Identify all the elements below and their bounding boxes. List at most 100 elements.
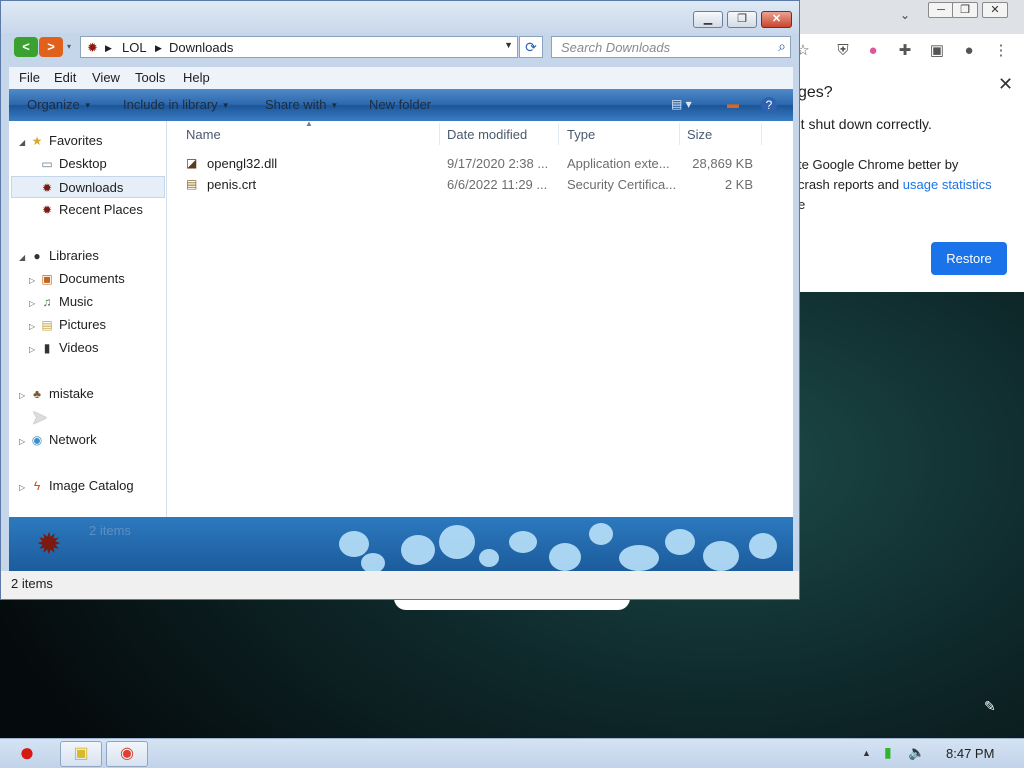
nav-desktop[interactable]: ▭ Desktop [39, 153, 107, 175]
nav-documents[interactable]: ▣ Documents [39, 268, 125, 290]
tab-search-chevron-icon[interactable]: ⌄ [900, 8, 910, 22]
collapse-arrow-icon[interactable]: ◢ [19, 253, 25, 262]
sidebar-icon[interactable]: ▣ [928, 42, 946, 60]
expand-arrow-icon[interactable]: ▷ [29, 322, 35, 331]
nav-music[interactable]: ♫ Music [39, 291, 93, 313]
usage-statistics-link[interactable]: usage statistics [903, 177, 992, 192]
expand-arrow-icon[interactable]: ▷ [29, 299, 35, 308]
column-size[interactable]: Size [687, 127, 712, 142]
chrome-maximize-button[interactable]: ❐ [952, 2, 978, 18]
decor-bubble [401, 535, 435, 565]
table-row[interactable]: ▤ penis.crt 6/6/2022 11:29 ... Security … [167, 175, 793, 196]
start-button[interactable]: ● [4, 735, 50, 768]
nav-recent-places[interactable]: ✹ Recent Places [39, 199, 143, 221]
nav-image-catalog[interactable]: ϟ Image Catalog [29, 475, 134, 497]
include-in-library-button[interactable]: Include in library ▼ [123, 97, 230, 112]
address-dropdown-icon[interactable]: ▼ [504, 40, 513, 50]
volume-icon[interactable]: 🔈 [908, 744, 925, 761]
nav-label: Favorites [49, 133, 103, 148]
restore-pages-panel: ✕ ges? 't shut down correctly. te Google… [790, 68, 1024, 292]
expand-arrow-icon[interactable]: ▷ [29, 276, 35, 285]
change-view-icon[interactable]: ▤ ▾ [671, 97, 692, 111]
extension-badge-icon[interactable]: ● [864, 42, 882, 60]
column-divider[interactable] [761, 123, 762, 145]
expand-arrow-icon[interactable]: ▷ [19, 483, 25, 492]
decor-bubble [479, 549, 499, 567]
show-hidden-icons-icon[interactable]: ▲ [862, 748, 871, 758]
breadcrumb-downloads[interactable]: Downloads [169, 40, 233, 55]
forward-button[interactable]: > [39, 37, 63, 57]
menu-file[interactable]: File [19, 70, 40, 85]
menu-icon[interactable]: ⋮ [992, 42, 1010, 60]
nav-label: Pictures [59, 317, 106, 332]
organize-button[interactable]: Organize ▼ [27, 97, 92, 112]
extension-icon[interactable]: ✚ [896, 42, 914, 60]
close-icon[interactable]: ✕ [998, 74, 1013, 95]
nav-label: Documents [59, 271, 125, 286]
recent-pages-chevron-icon[interactable]: ▾ [67, 42, 71, 51]
column-divider[interactable] [558, 123, 559, 145]
libraries-icon: ● [33, 249, 41, 263]
nav-network[interactable]: ◉ Network [29, 429, 97, 451]
shield-icon[interactable]: ⛨ [834, 42, 852, 60]
profile-icon[interactable]: ● [960, 42, 978, 60]
clock[interactable]: 8:47 PM [946, 746, 994, 761]
battery-icon[interactable]: ▮ [884, 744, 892, 761]
back-button[interactable]: < [14, 37, 38, 57]
preview-pane-icon[interactable]: ▬ [727, 97, 739, 111]
column-type[interactable]: Type [567, 127, 595, 142]
expand-arrow-icon[interactable]: ▷ [29, 345, 35, 354]
nav-label: mistake [49, 386, 94, 401]
file-type: Application exte... [567, 156, 670, 171]
nav-favorites[interactable]: ★ Favorites [29, 130, 103, 152]
panel-text: crash reports and [798, 177, 903, 192]
breadcrumb-lol[interactable]: LOL [122, 40, 147, 55]
nav-libraries[interactable]: ● Libraries [29, 245, 98, 267]
explorer-titlebar: ▁ ❐ ✕ [1, 1, 799, 33]
restore-button[interactable]: Restore [931, 242, 1007, 275]
nav-label: Desktop [59, 156, 107, 171]
breadcrumb-separator-icon[interactable]: ▶ [155, 43, 162, 54]
refresh-button[interactable]: ⟳ [519, 36, 543, 58]
close-button[interactable]: ✕ [761, 11, 792, 28]
collapse-arrow-icon[interactable]: ◢ [19, 138, 25, 147]
address-bar[interactable]: ✹ ▶ LOL ▶ Downloads ▼ [80, 36, 518, 58]
column-divider[interactable] [679, 123, 680, 145]
decor-bubble [339, 531, 369, 557]
nav-videos[interactable]: ▮ Videos [39, 337, 99, 359]
expand-arrow-icon[interactable]: ▷ [19, 437, 25, 446]
chrome-minimize-button[interactable]: ─ [928, 2, 954, 18]
taskbar-explorer-button[interactable]: ▣ [60, 741, 102, 767]
folder-icon: ✹ [87, 40, 98, 55]
help-icon[interactable]: ? [761, 97, 777, 113]
menu-edit[interactable]: Edit [54, 70, 76, 85]
nav-downloads[interactable]: ✹ Downloads [11, 176, 165, 198]
expand-arrow-icon[interactable]: ▷ [19, 391, 25, 400]
share-with-button[interactable]: Share with ▼ [265, 97, 338, 112]
column-date-modified[interactable]: Date modified [447, 127, 527, 142]
nav-mistake[interactable]: ♣ mistake [29, 383, 94, 405]
mouse-cursor-icon: ➤ [31, 407, 48, 429]
menu-help[interactable]: Help [183, 70, 210, 85]
file-date: 6/6/2022 11:29 ... [447, 177, 548, 192]
minimize-button[interactable]: ▁ [693, 11, 723, 28]
folder-large-icon: ✹ [36, 528, 62, 561]
pencil-icon[interactable]: ✎ [984, 698, 996, 715]
breadcrumb-separator-icon[interactable]: ▶ [105, 43, 112, 54]
search-input[interactable]: Search Downloads ⌕ [551, 36, 791, 58]
chrome-close-button[interactable]: ✕ [982, 2, 1008, 18]
column-name[interactable]: Name [186, 127, 221, 142]
taskbar-chrome-button[interactable]: ◉ [106, 741, 148, 767]
star-icon: ★ [31, 134, 43, 148]
status-item-count: 2 items [11, 576, 53, 591]
menu-view[interactable]: View [92, 70, 120, 85]
share-with-label: Share with [265, 97, 327, 112]
column-divider[interactable] [439, 123, 440, 145]
nav-pictures[interactable]: ▤ Pictures [39, 314, 106, 336]
menu-tools[interactable]: Tools [135, 70, 165, 85]
table-row[interactable]: ◪ opengl32.dll 9/17/2020 2:38 ... Applic… [167, 154, 793, 175]
new-folder-button[interactable]: New folder [369, 97, 431, 112]
search-icon[interactable]: ⌕ [778, 38, 786, 55]
maximize-button[interactable]: ❐ [727, 11, 757, 28]
nav-label: Recent Places [59, 202, 143, 217]
